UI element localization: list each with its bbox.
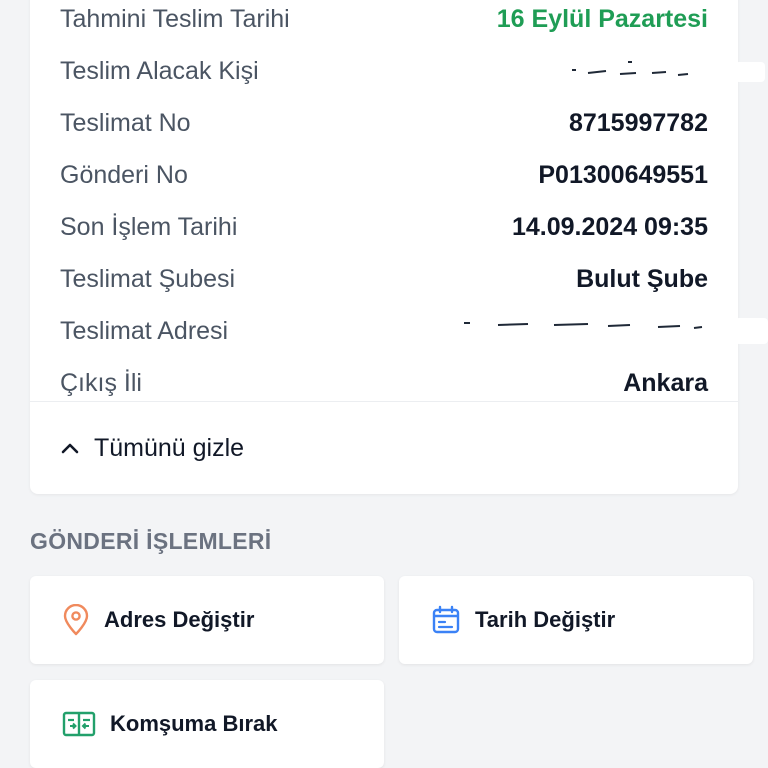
chevron-up-icon (61, 443, 79, 454)
leave-with-neighbor-label: Komşuma Bırak (110, 711, 278, 736)
detail-label: Son İşlem Tarihi (60, 212, 238, 241)
change-address-label: Adres Değiştir (104, 607, 255, 632)
change-address-button[interactable]: Adres Değiştir (30, 576, 384, 664)
collapse-details-button[interactable]: Tümünü gizle (60, 426, 244, 470)
redaction-smear (735, 62, 765, 82)
change-date-button[interactable]: Tarih Değiştir (399, 576, 753, 664)
detail-value: P01300649551 (538, 160, 708, 189)
detail-row-recipient: Teslim Alacak Kişi (60, 45, 708, 97)
detail-label: Çıkış İli (60, 368, 142, 397)
detail-value: Ankara (623, 368, 708, 397)
redaction-smear (735, 318, 768, 344)
detail-row-delivery-branch: Teslimat Şubesi Bulut Şube (60, 253, 708, 305)
detail-label: Teslim Alacak Kişi (60, 56, 259, 85)
detail-row-estimated-delivery: Tahmini Teslim Tarihi 16 Eylül Pazartesi (60, 0, 708, 45)
detail-label: Tahmini Teslim Tarihi (60, 4, 290, 33)
calendar-icon (432, 605, 460, 634)
detail-label: Teslimat Şubesi (60, 264, 236, 293)
detail-label: Gönderi No (60, 160, 188, 189)
card-divider (30, 401, 738, 402)
collapse-details-label: Tümünü gizle (94, 433, 245, 462)
change-date-label: Tarih Değiştir (475, 607, 616, 632)
detail-value: Bulut Şube (576, 264, 708, 293)
detail-value: 8715997782 (568, 108, 708, 137)
leave-with-neighbor-icon (62, 711, 96, 737)
detail-value: 14.09.2024 09:35 (511, 212, 708, 241)
section-title-shipment-actions: GÖNDERİ İŞLEMLERİ (30, 528, 272, 554)
detail-label: Teslimat No (60, 108, 191, 137)
detail-label: Teslimat Adresi (60, 316, 229, 345)
detail-row-last-action-date: Son İşlem Tarihi 14.09.2024 09:35 (60, 201, 708, 253)
location-pin-icon (63, 604, 89, 636)
redacted-delivery-address (464, 322, 703, 329)
detail-value: 16 Eylül Pazartesi (496, 4, 708, 33)
detail-row-shipment-no: Gönderi No P01300649551 (60, 149, 708, 201)
redacted-recipient-name (572, 61, 689, 76)
detail-row-delivery-address: Teslimat Adresi (60, 305, 708, 357)
shipment-details-card: Tahmini Teslim Tarihi 16 Eylül Pazartesi… (30, 0, 738, 494)
leave-with-neighbor-button[interactable]: Komşuma Bırak (30, 680, 384, 768)
detail-row-delivery-no: Teslimat No 8715997782 (60, 97, 708, 149)
